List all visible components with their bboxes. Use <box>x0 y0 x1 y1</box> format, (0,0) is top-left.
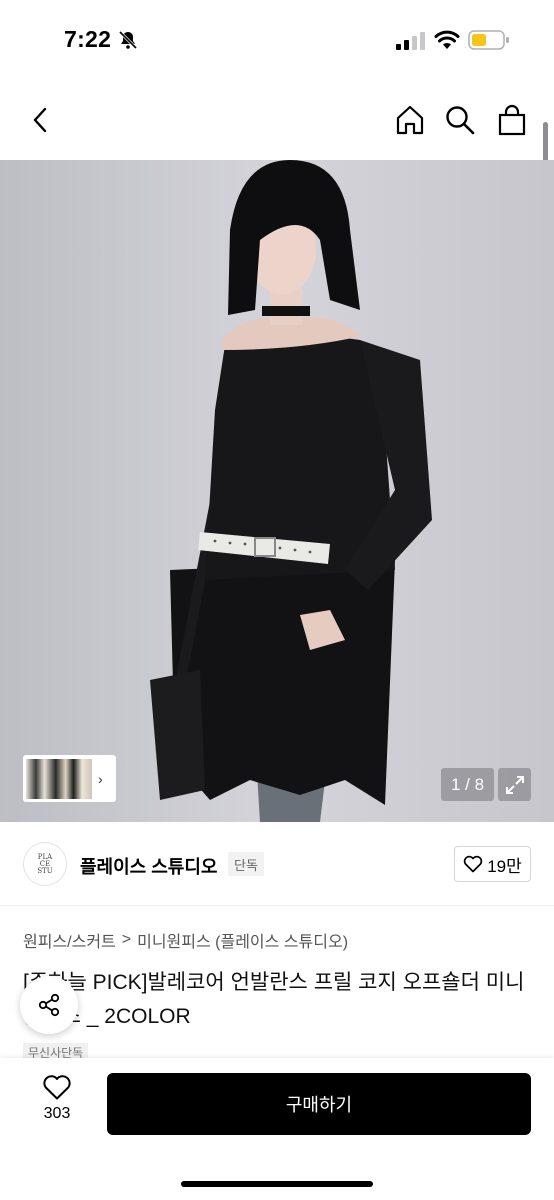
chevron-right-icon: › <box>98 770 103 787</box>
brand-logo[interactable]: PLA CE STU <box>23 842 67 886</box>
battery-icon <box>468 30 509 50</box>
shopping-bag-button[interactable] <box>494 102 530 138</box>
heart-icon <box>463 855 483 873</box>
share-button[interactable] <box>20 976 78 1034</box>
brand-name[interactable]: 플레이스 스튜디오 <box>80 853 217 879</box>
home-indicator[interactable] <box>181 1181 373 1187</box>
breadcrumb-subcategory[interactable]: 미니원피스 (플레이스 스튜디오) <box>137 928 348 952</box>
thumbnail-strip[interactable]: › <box>23 755 116 802</box>
cellular-signal-icon <box>396 32 425 50</box>
search-button[interactable] <box>442 102 478 138</box>
breadcrumb-category[interactable]: 원피스/스커트 <box>23 928 116 952</box>
home-icon <box>396 105 424 135</box>
status-bar: 7:22 <box>0 0 554 80</box>
buy-button[interactable]: 구매하기 <box>107 1073 531 1135</box>
brand-logo-mark: PLA CE STU <box>37 852 53 875</box>
brand-like-button[interactable]: 19만 <box>454 846 531 882</box>
brand-row: PLA CE STU 플레이스 스튜디오 단독 19만 <box>0 822 554 906</box>
status-time: 7:22 <box>64 26 112 52</box>
product-title: [주하늘 PICK]발레코어 언발란스 프릴 코지 오프숄더 미니 원피스 _ … <box>23 971 525 1028</box>
breadcrumb-separator: > <box>121 931 132 948</box>
thumbnail-image <box>26 758 92 799</box>
shopping-bag-icon <box>498 104 526 136</box>
expand-icon <box>505 775 524 794</box>
search-icon <box>446 106 475 135</box>
wishlist-button[interactable]: 303 <box>26 1074 88 1136</box>
expand-button[interactable] <box>498 768 531 801</box>
app-header <box>0 80 554 160</box>
breadcrumb: 원피스/스커트 > 미니원피스 (플레이스 스튜디오) <box>23 928 348 952</box>
exclusive-badge: 단독 <box>228 852 264 876</box>
home-button[interactable] <box>392 102 428 138</box>
brand-like-count: 19만 <box>487 856 522 876</box>
wishlist-count: 303 <box>43 1105 71 1122</box>
share-icon <box>38 993 60 1017</box>
heart-icon <box>43 1075 71 1100</box>
back-button[interactable] <box>22 102 58 138</box>
wifi-icon <box>434 30 460 49</box>
product-image[interactable]: › 1 / 8 <box>0 160 554 822</box>
bell-muted-icon <box>118 30 138 50</box>
product-photo <box>0 160 554 822</box>
bottom-action-bar: 303 구매하기 <box>0 1058 554 1200</box>
chevron-left-icon <box>33 107 47 133</box>
image-page-counter: 1 / 8 <box>441 768 494 801</box>
